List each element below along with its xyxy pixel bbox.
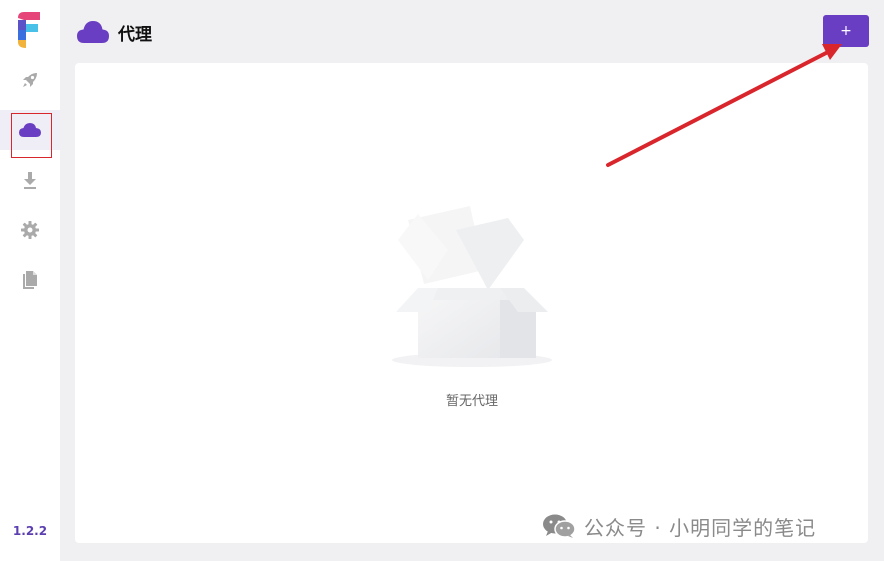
- page-title: 代理: [118, 24, 152, 45]
- sidebar-item-settings[interactable]: [0, 210, 60, 250]
- rocket-icon: [23, 73, 37, 87]
- open-box-icon: [392, 206, 552, 367]
- app-version: 1.2.2: [12, 524, 48, 538]
- watermark: 公众号 · 小明同学的笔记: [542, 511, 816, 541]
- empty-state-text: 暂无代理: [445, 394, 498, 409]
- wechat-icon: [543, 514, 576, 538]
- sidebar-item-dashboard[interactable]: [0, 60, 60, 100]
- document-icon: [23, 271, 37, 289]
- sidebar: 1.2.2: [0, 0, 60, 561]
- watermark-text: 公众号 · 小明同学的笔记: [584, 515, 817, 540]
- app-logo-icon: [18, 12, 40, 48]
- sidebar-item-download[interactable]: [0, 160, 60, 200]
- cloud-icon: [77, 21, 109, 43]
- page-header: 代理: [76, 14, 152, 50]
- gear-icon: [21, 221, 39, 239]
- highlight-box: [11, 113, 52, 158]
- download-icon: [24, 172, 36, 189]
- add-proxy-button[interactable]: +: [823, 15, 869, 47]
- sidebar-item-documents[interactable]: [0, 260, 60, 300]
